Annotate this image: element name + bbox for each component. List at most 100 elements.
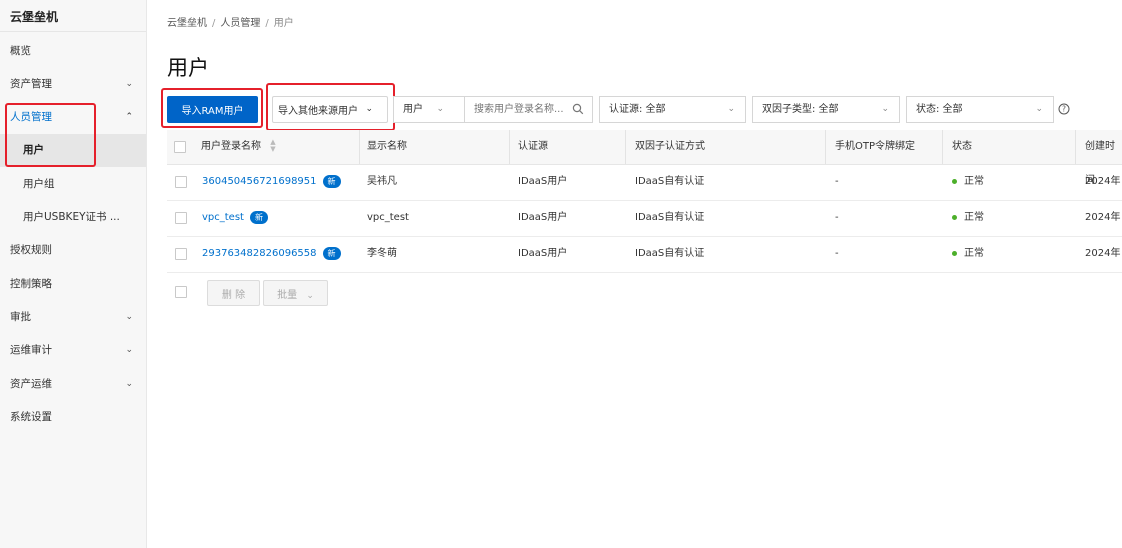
column-header-twofa: 双因子认证方式	[635, 141, 705, 152]
sidebar-item-label: 用户USBKEY证书 ...	[23, 211, 120, 223]
created-time: 2024年	[1085, 212, 1121, 223]
status-value: 状态: 全部	[916, 104, 963, 115]
brand-title: 云堡垒机	[10, 10, 59, 24]
sidebar-item-ops-audit[interactable]: 运维审计 ⌄	[0, 334, 146, 367]
help-icon[interactable]: ?	[1058, 103, 1070, 115]
search-type-select[interactable]: 用户 ⌄	[393, 96, 465, 123]
table-row: 293763482826096558 新 李冬萌 IDaaS用户 IDaaS自有认…	[167, 236, 1122, 273]
sidebar-item-control-policies[interactable]: 控制策略	[0, 268, 146, 301]
status-dot-icon	[952, 250, 957, 256]
auth-source-select[interactable]: 认证源: 全部 ⌄	[599, 96, 746, 123]
column-divider	[942, 130, 943, 164]
column-header-otp: 手机OTP令牌绑定	[835, 141, 916, 152]
status-dot-icon	[952, 214, 957, 220]
created-time: 2024年	[1085, 248, 1121, 259]
sidebar-item-overview[interactable]: 概览	[0, 35, 146, 68]
user-login-link[interactable]: vpc_test 新	[202, 200, 268, 236]
breadcrumb-separator: /	[212, 18, 216, 29]
sidebar-item-usbkey-certificates[interactable]: 用户USBKEY证书 ...	[0, 201, 146, 234]
column-header-source: 认证源	[518, 141, 548, 152]
twofa-type-select[interactable]: 双因子类型: 全部 ⌄	[752, 96, 900, 123]
chevron-down-icon: ⌄	[125, 379, 133, 389]
auth-source: IDaaS用户	[518, 176, 568, 187]
chevron-down-icon: ⌄	[125, 312, 133, 322]
breadcrumb-item-users: 用户	[273, 18, 294, 29]
select-all-checkbox[interactable]	[174, 141, 186, 153]
otp-binding: -	[835, 176, 839, 187]
sidebar-item-asset-management[interactable]: 资产管理 ⌄	[0, 68, 146, 101]
breadcrumb-item-personnel[interactable]: 人员管理	[220, 18, 260, 29]
sidebar-item-label: 资产运维	[10, 378, 52, 390]
user-login-link[interactable]: 360450456721698951 新	[202, 164, 341, 200]
import-other-label: 导入其他来源用户	[278, 106, 358, 117]
otp-binding: -	[835, 212, 839, 223]
sort-icon[interactable]: ▲ ▼	[270, 139, 275, 153]
otp-binding: -	[835, 248, 839, 259]
sidebar-item-asset-ops[interactable]: 资产运维 ⌄	[0, 368, 146, 401]
status-badge: 正常	[952, 200, 984, 236]
import-ram-users-button[interactable]: 导入RAM用户	[167, 96, 258, 123]
column-header-label: 用户登录名称	[201, 141, 261, 152]
search-type-value: 用户	[403, 104, 423, 115]
chevron-up-icon: ⌃	[125, 112, 133, 122]
sidebar-item-system-settings[interactable]: 系统设置	[0, 401, 146, 434]
new-badge: 新	[322, 174, 341, 188]
sidebar-item-label: 用户组	[23, 178, 55, 190]
svg-text:?: ?	[1062, 105, 1066, 114]
chevron-down-icon: ⌄	[306, 290, 314, 301]
brand-divider	[0, 31, 146, 32]
column-divider	[359, 130, 360, 164]
footer-select-all-checkbox[interactable]	[175, 286, 187, 298]
sidebar-item-label: 资产管理	[10, 78, 52, 90]
column-divider	[1075, 130, 1076, 164]
display-name: 李冬萌	[367, 248, 397, 259]
user-login-link[interactable]: 293763482826096558 新	[202, 236, 341, 272]
column-header-display: 显示名称	[367, 141, 407, 152]
table-header: 用户登录名称 ▲ ▼ 显示名称 认证源 双因子认证方式 手机OTP令牌绑定 状态 …	[167, 130, 1122, 186]
table-row: 360450456721698951 新 吴祎凡 IDaaS用户 IDaaS自有认…	[167, 164, 1122, 201]
column-divider	[509, 130, 510, 164]
sidebar-item-label: 授权规则	[10, 244, 52, 256]
row-checkbox[interactable]	[175, 212, 187, 224]
chevron-down-icon: ⌄	[125, 79, 133, 89]
twofa-type-value: 双因子类型: 全部	[762, 104, 839, 115]
sidebar-item-label: 运维审计	[10, 344, 52, 356]
twofa-method: IDaaS自有认证	[635, 248, 705, 259]
sidebar-item-user-groups[interactable]: 用户组	[0, 168, 146, 201]
delete-button[interactable]: 删 除	[207, 280, 260, 306]
row-checkbox[interactable]	[175, 176, 187, 188]
status-badge: 正常	[952, 236, 984, 272]
chevron-down-icon: ⌄	[1035, 104, 1043, 114]
batch-button[interactable]: 批量 ⌄	[263, 280, 328, 306]
sidebar-item-label: 用户	[23, 144, 44, 156]
twofa-method: IDaaS自有认证	[635, 176, 705, 187]
user-login-text: 360450456721698951	[202, 176, 317, 187]
sidebar-item-authorization-rules[interactable]: 授权规则	[0, 234, 146, 267]
sidebar-item-personnel-management[interactable]: 人员管理 ⌃	[0, 101, 146, 134]
status-select[interactable]: 状态: 全部 ⌄	[906, 96, 1054, 123]
auth-source: IDaaS用户	[518, 248, 568, 259]
breadcrumb-separator: /	[265, 18, 269, 29]
breadcrumb: 云堡垒机 / 人员管理 / 用户	[167, 14, 294, 29]
batch-label: 批量	[277, 289, 298, 301]
chevron-down-icon: ⌄	[727, 104, 735, 114]
sidebar-item-approval[interactable]: 审批 ⌄	[0, 301, 146, 334]
breadcrumb-item-bastion[interactable]: 云堡垒机	[167, 18, 207, 29]
status-text: 正常	[964, 248, 984, 259]
search-icon[interactable]	[572, 103, 584, 115]
status-text: 正常	[964, 212, 984, 223]
table-row: vpc_test 新 vpc_test IDaaS用户 IDaaS自有认证 - 正…	[167, 200, 1122, 237]
column-header-created: 创建时间	[1085, 141, 1115, 186]
user-login-text: 293763482826096558	[202, 248, 317, 259]
chevron-down-icon: ⌄	[125, 345, 133, 355]
chevron-down-icon: ⌄	[436, 104, 444, 114]
column-header-status: 状态	[952, 141, 972, 152]
display-name: 吴祎凡	[367, 176, 397, 187]
auth-source: IDaaS用户	[518, 212, 568, 223]
column-divider	[825, 130, 826, 164]
sidebar-item-users[interactable]: 用户	[0, 134, 146, 167]
import-other-source-users-button[interactable]: 导入其他来源用户 ⌄	[272, 96, 388, 123]
column-header-login[interactable]: 用户登录名称 ▲ ▼	[201, 130, 276, 164]
row-checkbox[interactable]	[175, 248, 187, 260]
status-dot-icon	[952, 178, 957, 184]
